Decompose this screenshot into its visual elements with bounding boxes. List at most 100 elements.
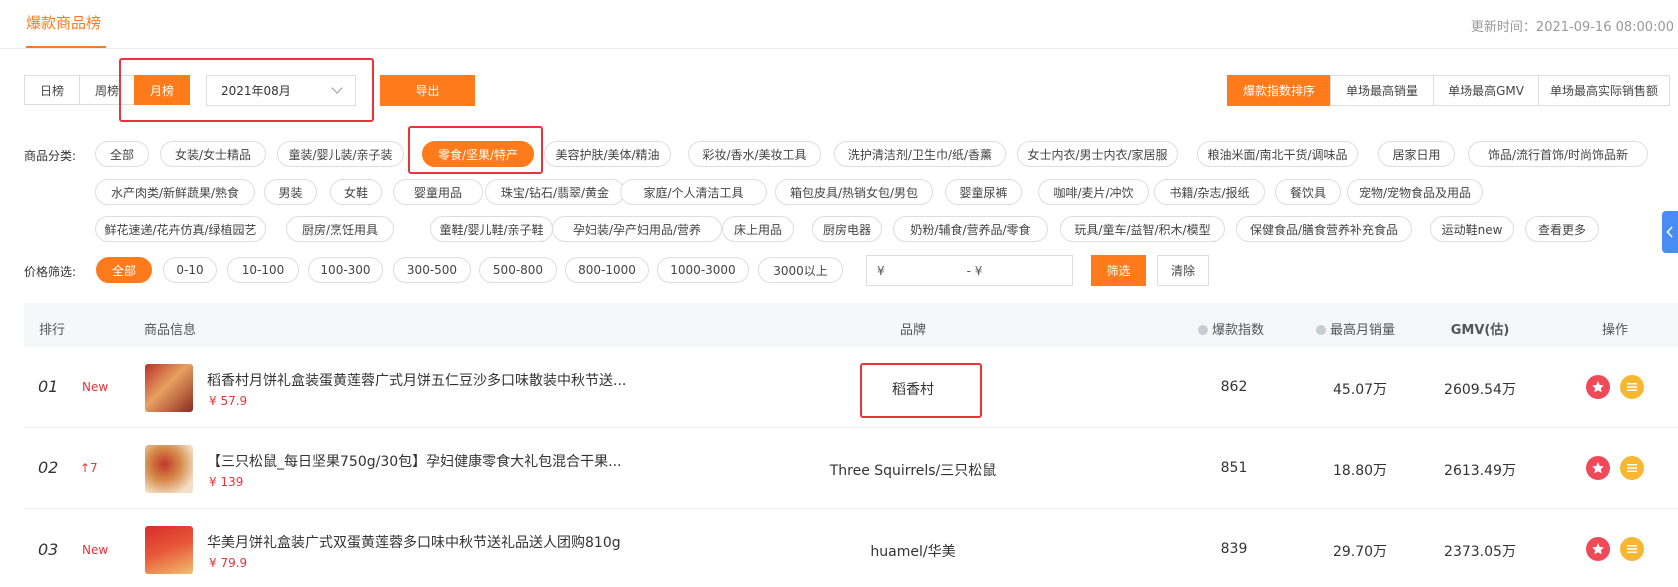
header-action: 操作 (1601, 323, 1629, 338)
hot-index-value: 839 (1220, 541, 1248, 557)
price-pill[interactable]: 10-100 (227, 257, 299, 283)
max-monthly-value: 18.80万 (1332, 463, 1388, 479)
category-pill[interactable]: 厨房/烹饪用具 (286, 216, 394, 242)
category-pill[interactable]: 全部 (95, 141, 149, 167)
category-pill[interactable]: 洗护清洁剂/卫生巾/纸/香薰 (834, 141, 1006, 167)
gmv-value: 2609.54万 (1444, 382, 1516, 398)
category-pill[interactable]: 箱包皮具/热销女包/男包 (775, 179, 933, 205)
category-pill[interactable]: 保健食品/膳食营养补充食品 (1236, 216, 1412, 242)
hot-index-value: 862 (1220, 379, 1248, 395)
price-pill[interactable]: 3000以上 (758, 257, 843, 283)
category-pill[interactable]: 童装/婴儿装/亲子装 (277, 141, 404, 167)
max-monthly-value: 29.70万 (1332, 544, 1388, 560)
header-gmv: GMV(估) (1450, 323, 1510, 338)
price-pill[interactable]: 0-10 (163, 257, 217, 283)
product-thumbnail[interactable] (145, 526, 193, 574)
sort-max-sales-button[interactable]: 单场最高销量 (1330, 75, 1434, 106)
category-pill[interactable]: 床上用品 (722, 216, 794, 242)
category-pill[interactable]: 运动鞋new (1430, 216, 1514, 242)
category-pill[interactable]: 厨房电器 (812, 216, 882, 242)
max-monthly-value: 45.07万 (1332, 382, 1388, 398)
product-price: ¥ 79.9 (209, 556, 248, 570)
category-pill[interactable]: 女士内衣/男士内衣/家居服 (1017, 141, 1178, 167)
price-pill-selected[interactable]: 全部 (96, 257, 152, 283)
price-range-input[interactable]: ¥ - ¥ (866, 255, 1073, 286)
category-pill[interactable]: 美容护肤/美体/精油 (544, 141, 671, 167)
category-pill[interactable]: 奶粉/辅食/营养品/零食 (893, 216, 1048, 242)
brand-name[interactable]: huamel/华美 (870, 541, 955, 561)
page-title[interactable]: 爆款商品榜 (26, 12, 101, 33)
category-pill[interactable]: 粮油米面/南北干货/调味品 (1197, 141, 1358, 167)
update-time-value: 2021-09-16 08:00:00 (1535, 20, 1674, 35)
price-pill[interactable]: 300-500 (393, 257, 471, 283)
gmv-value: 2613.49万 (1444, 463, 1516, 479)
sort-max-actual-sales-button[interactable]: 单场最高实际销售额 (1538, 75, 1670, 106)
sort-max-gmv-button[interactable]: 单场最高GMV (1433, 75, 1539, 106)
category-pill[interactable]: 女装/女士精品 (160, 141, 266, 167)
header-max-monthly[interactable]: 最高月销量 (1316, 319, 1395, 338)
info-icon (1316, 325, 1326, 335)
clear-button[interactable]: 清除 (1157, 255, 1209, 286)
category-pill[interactable]: 咖啡/麦片/冲饮 (1038, 179, 1149, 205)
export-button[interactable]: 导出 (380, 75, 475, 106)
category-pill[interactable]: 餐饮具 (1275, 179, 1341, 205)
rank-number: 02 (38, 458, 59, 477)
category-pill[interactable]: 书籍/杂志/报纸 (1154, 179, 1265, 205)
list-icon[interactable] (1620, 375, 1644, 399)
table-header (24, 303, 1678, 347)
rank-number: 01 (38, 377, 59, 396)
header-brand: 品牌 (899, 323, 927, 338)
category-pill[interactable]: 鲜花速递/花卉仿真/绿植园艺 (95, 216, 266, 242)
tab-daily[interactable]: 日榜 (24, 75, 80, 105)
rank-trend: New (82, 543, 109, 557)
header-divider (0, 48, 1678, 49)
list-icon[interactable] (1620, 537, 1644, 561)
highlight-brand (860, 363, 982, 418)
header-hot-index[interactable]: 爆款指数 (1198, 319, 1264, 338)
price-pill[interactable]: 800-1000 (565, 257, 649, 283)
rank-trend: New (82, 380, 109, 394)
product-price: ¥ 139 (209, 475, 244, 489)
price-pill[interactable]: 500-800 (479, 257, 557, 283)
sort-hot-index-button[interactable]: 爆款指数排序 (1227, 75, 1331, 106)
star-icon[interactable] (1586, 375, 1610, 399)
price-max-prefix: - ¥ (966, 263, 983, 278)
header-max-monthly-label: 最高月销量 (1330, 323, 1396, 338)
price-pill[interactable]: 100-300 (308, 257, 383, 283)
product-thumbnail[interactable] (145, 445, 193, 493)
category-pill[interactable]: 玩具/童车/益智/积木/模型 (1060, 216, 1225, 242)
header-hot-index-label: 爆款指数 (1212, 323, 1265, 338)
product-price: ¥ 57.9 (209, 394, 248, 408)
category-pill[interactable]: 饰品/流行首饰/时尚饰品新 (1468, 141, 1648, 167)
star-icon[interactable] (1586, 456, 1610, 480)
category-pill[interactable]: 女鞋 (330, 179, 382, 205)
info-icon (1198, 325, 1208, 335)
view-more-button[interactable]: 查看更多 (1525, 216, 1599, 242)
price-pill[interactable]: 1000-3000 (657, 257, 749, 283)
category-pill[interactable]: 彩妆/香水/美妆工具 (688, 141, 821, 167)
category-pill[interactable]: 居家日用 (1378, 141, 1455, 167)
price-min-prefix: ¥ (877, 263, 885, 278)
star-icon[interactable] (1586, 537, 1610, 561)
category-pill[interactable]: 婴童尿裤 (945, 179, 1022, 205)
product-title[interactable]: 【三只松鼠_每日坚果750g/30包】孕妇健康零食大礼包混合干果... (207, 451, 622, 471)
filter-button[interactable]: 筛选 (1091, 255, 1146, 286)
category-pill[interactable]: 家庭/个人清洁工具 (620, 179, 767, 205)
category-pill[interactable]: 水产肉类/新鲜蔬果/熟食 (95, 179, 255, 205)
product-title[interactable]: 稻香村月饼礼盒装蛋黄莲蓉广式月饼五仁豆沙多口味散装中秋节送... (207, 370, 626, 390)
category-pill[interactable]: 婴童用品 (393, 179, 483, 205)
row-divider (24, 427, 1678, 428)
update-time: 更新时间：2021-09-16 08:00:00 (1471, 16, 1674, 35)
highlight-period (119, 58, 374, 122)
category-pill[interactable]: 孕妇装/孕产妇用品/营养 (552, 216, 722, 242)
category-pill[interactable]: 童鞋/婴儿鞋/亲子鞋 (430, 216, 553, 242)
category-pill[interactable]: 男装 (264, 179, 317, 205)
update-time-label: 更新时间： (1470, 20, 1536, 35)
product-title[interactable]: 华美月饼礼盒装广式双蛋黄莲蓉多口味中秋节送礼品送人团购810g (207, 532, 621, 552)
category-pill[interactable]: 宠物/宠物食品及用品 (1347, 179, 1483, 205)
category-pill[interactable]: 珠宝/钻石/翡翠/黄金 (485, 179, 625, 205)
brand-name[interactable]: Three Squirrels/三只松鼠 (830, 460, 997, 480)
product-thumbnail[interactable] (145, 364, 193, 412)
chevron-left-icon[interactable] (1662, 211, 1678, 253)
list-icon[interactable] (1620, 456, 1644, 480)
